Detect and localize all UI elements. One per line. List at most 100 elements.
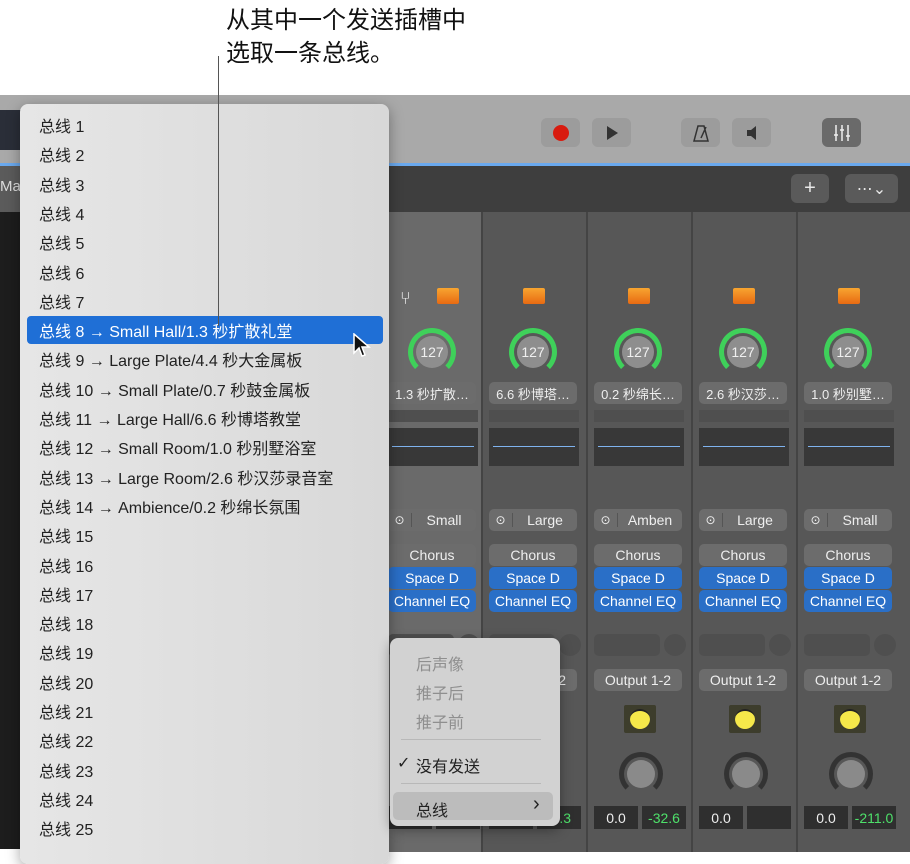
insert-slot[interactable]: Channel EQ	[699, 590, 787, 612]
speaker-button[interactable]	[732, 118, 771, 147]
more-options-button[interactable]: ⋯⌄	[845, 174, 898, 203]
channel-name-button[interactable]: 0.2 秒绵长…	[594, 382, 682, 404]
gain-value: 0.0	[804, 806, 848, 829]
insert-slot[interactable]: Channel EQ	[594, 590, 682, 612]
gain-knob[interactable]	[829, 752, 873, 796]
gain-knob[interactable]	[724, 752, 768, 796]
send-slot[interactable]	[804, 634, 870, 656]
send-level-knob[interactable]	[874, 634, 896, 656]
link-button[interactable]: ⊙ Large	[489, 509, 577, 531]
bus-menu-item[interactable]: 总线 8 → Small Hall/1.3 秒扩散礼堂	[27, 316, 383, 345]
bus-menu-item[interactable]: 总线 17	[27, 580, 383, 608]
pan-control[interactable]	[834, 705, 866, 733]
eq-bar	[388, 410, 478, 422]
bus-menu-item[interactable]: 总线 25	[27, 814, 383, 842]
output-button[interactable]: Output 1-2	[594, 669, 682, 691]
channel-name-button[interactable]: 1.0 秒别墅…	[804, 382, 892, 404]
mixer-button[interactable]	[822, 118, 861, 147]
menu-separator	[401, 739, 541, 740]
eq-curve	[703, 446, 785, 447]
menu-item-bus[interactable]: 总线 ›	[393, 792, 553, 820]
bus-menu-item[interactable]: 总线 1	[27, 111, 383, 139]
bus-menu-item[interactable]: 总线 2	[27, 140, 383, 168]
add-button[interactable]: +	[791, 174, 829, 203]
link-button[interactable]: ⊙ Amben	[594, 509, 682, 531]
pan-control[interactable]	[729, 705, 761, 733]
channel-name-button[interactable]: 2.6 秒汉莎…	[699, 382, 787, 404]
menu-item-post-fader: 推子后	[416, 686, 465, 703]
insert-slot[interactable]: Chorus	[699, 544, 787, 566]
send-level-knob[interactable]	[559, 634, 581, 656]
eq-display[interactable]	[594, 428, 684, 466]
eq-display[interactable]	[804, 428, 894, 466]
channel-name-button[interactable]: 6.6 秒博塔…	[489, 382, 577, 404]
channel-strip: 127 0.2 秒绵长… ⊙ Amben Chorus Space D Channel EQ…	[586, 212, 691, 852]
insert-slot[interactable]: Space D	[594, 567, 682, 589]
volume-knob[interactable]: 127	[509, 328, 557, 376]
bus-menu-item[interactable]: 总线 7	[27, 287, 383, 315]
tuner-icon[interactable]: ⑂	[400, 288, 411, 309]
play-button[interactable]	[592, 118, 631, 147]
bus-menu-item[interactable]: 总线 16	[27, 551, 383, 579]
eq-display[interactable]	[489, 428, 579, 466]
bus-menu-item[interactable]: 总线 23	[27, 756, 383, 784]
insert-slot[interactable]: Space D	[489, 567, 577, 589]
output-button[interactable]: Output 1-2	[804, 669, 892, 691]
send-slot[interactable]	[699, 634, 765, 656]
insert-slot[interactable]: Space D	[699, 567, 787, 589]
channel-strip: 127 1.0 秒别墅… ⊙ Small Chorus Space D Channel EQ…	[796, 212, 910, 852]
link-button[interactable]: ⊙ Large	[699, 509, 787, 531]
bus-menu-item[interactable]: 总线 24	[27, 785, 383, 813]
insert-slot[interactable]: Channel EQ	[388, 590, 476, 612]
insert-slot[interactable]: Chorus	[489, 544, 577, 566]
gain-knob[interactable]	[619, 752, 663, 796]
bus-menu-item[interactable]: 总线 14 → Ambience/0.2 秒绵长氛围	[27, 492, 383, 520]
volume-knob[interactable]: 127	[408, 328, 456, 376]
insert-slot[interactable]: Chorus	[388, 544, 476, 566]
send-slot[interactable]	[594, 634, 660, 656]
pan-knob-icon	[735, 709, 755, 729]
bus-menu-item[interactable]: 总线 6	[27, 258, 383, 286]
bus-menu-item[interactable]: 总线 5	[27, 228, 383, 256]
send-level-knob[interactable]	[769, 634, 791, 656]
bus-menu-item[interactable]: 总线 22	[27, 726, 383, 754]
eq-display[interactable]	[388, 428, 478, 466]
callout-line-1: 从其中一个发送插槽中	[226, 6, 466, 34]
bus-menu-item[interactable]: 总线 10 → Small Plate/0.7 秒鼓金属板	[27, 375, 383, 403]
peak-value: -211.0	[852, 806, 896, 829]
insert-slot[interactable]: Space D	[388, 567, 476, 589]
insert-slot[interactable]: Space D	[804, 567, 892, 589]
bus-menu-item[interactable]: 总线 13 → Large Room/2.6 秒汉莎录音室	[27, 463, 383, 491]
output-button[interactable]: Output 1-2	[699, 669, 787, 691]
insert-slot[interactable]: Chorus	[804, 544, 892, 566]
link-label: Large	[737, 512, 773, 528]
link-label: Small	[426, 512, 462, 528]
volume-knob[interactable]: 127	[614, 328, 662, 376]
menu-item-no-send[interactable]: 没有发送	[416, 753, 480, 777]
record-icon	[552, 124, 569, 141]
bus-menu-item[interactable]: 总线 18	[27, 609, 383, 637]
bus-menu-item[interactable]: 总线 15	[27, 521, 383, 549]
insert-slot[interactable]: Channel EQ	[489, 590, 577, 612]
insert-slot[interactable]: Channel EQ	[804, 590, 892, 612]
link-button[interactable]: ⊙ Small	[804, 509, 892, 531]
link-button[interactable]: ⊙ Small	[388, 509, 476, 531]
eq-display[interactable]	[699, 428, 789, 466]
bus-menu-item[interactable]: 总线 3	[27, 170, 383, 198]
volume-knob[interactable]: 127	[824, 328, 872, 376]
menu-item-bus-label: 总线	[416, 803, 449, 820]
metronome-button[interactable]	[681, 118, 720, 147]
send-level-knob[interactable]	[664, 634, 686, 656]
pan-control[interactable]	[624, 705, 656, 733]
bus-menu-item[interactable]: 总线 11 → Large Hall/6.6 秒博塔教堂	[27, 404, 383, 432]
bus-menu-item[interactable]: 总线 9 → Large Plate/4.4 秒大金属板	[27, 345, 383, 373]
bus-menu-item[interactable]: 总线 20	[27, 668, 383, 696]
volume-knob[interactable]: 127	[719, 328, 767, 376]
insert-slot[interactable]: Chorus	[594, 544, 682, 566]
bus-menu-item[interactable]: 总线 21	[27, 697, 383, 725]
record-button[interactable]	[541, 118, 580, 147]
bus-menu-item[interactable]: 总线 19	[27, 638, 383, 666]
bus-menu-item[interactable]: 总线 12 → Small Room/1.0 秒别墅浴室	[27, 433, 383, 461]
channel-name-button[interactable]: 1.3 秒扩散…	[388, 382, 476, 404]
bus-menu-item[interactable]: 总线 4	[27, 199, 383, 227]
